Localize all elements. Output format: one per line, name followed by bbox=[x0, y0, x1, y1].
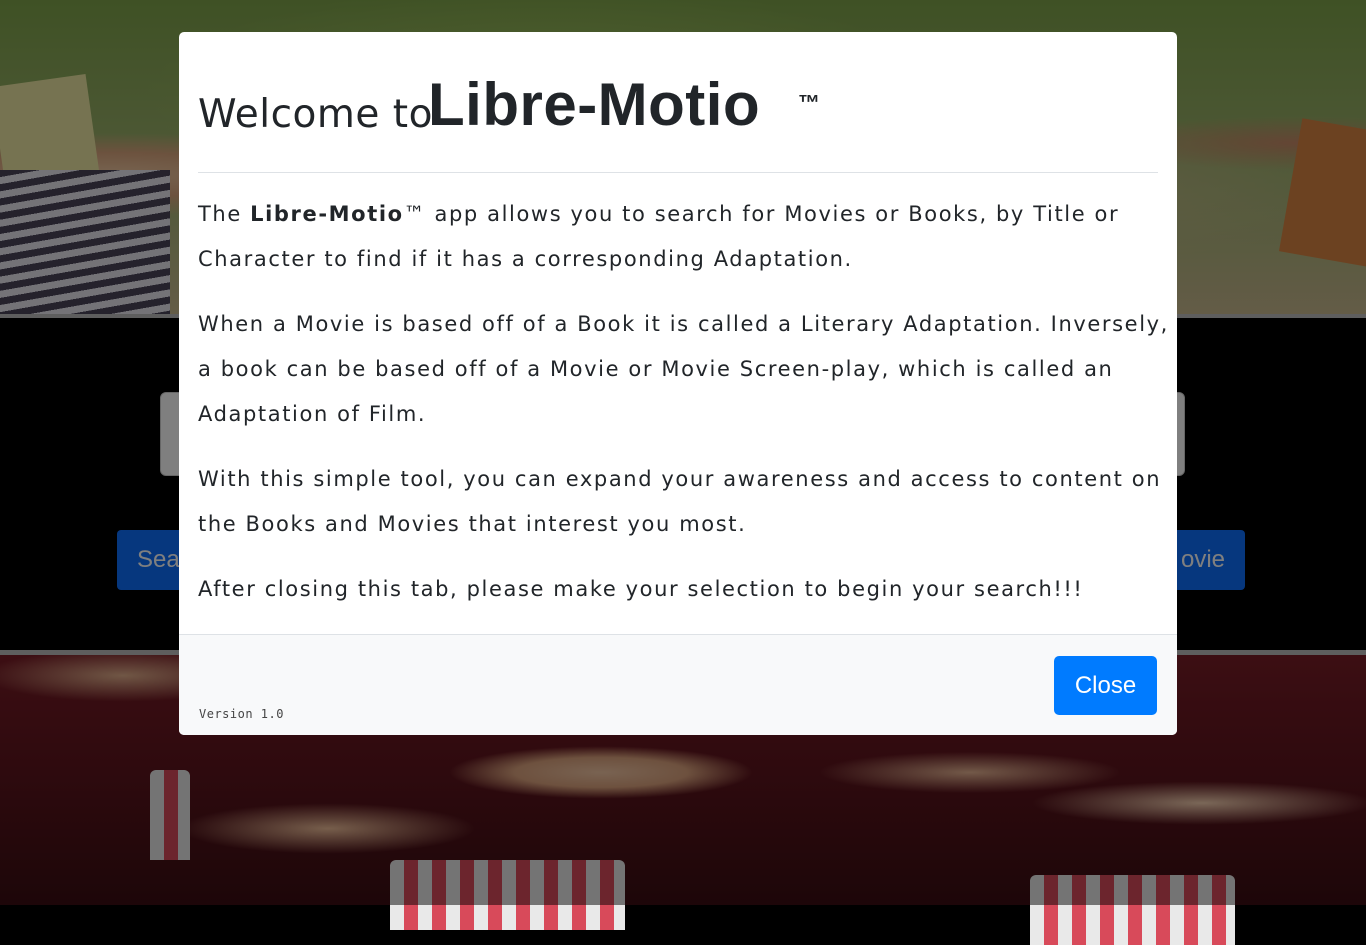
modal-body: The Libre-Motio™ app allows you to searc… bbox=[198, 192, 1177, 632]
trademark-symbol: ™ bbox=[798, 90, 820, 115]
intro-brand: Libre-Motio bbox=[250, 202, 404, 226]
version-label: Version 1.0 bbox=[199, 707, 284, 721]
close-button[interactable]: Close bbox=[1054, 656, 1157, 715]
modal-title-prefix: Welcome to bbox=[198, 92, 433, 137]
adaptation-paragraph: When a Movie is based off of a Book it i… bbox=[198, 312, 1169, 426]
instruction-paragraph: After closing this tab, please make your… bbox=[198, 577, 1084, 601]
tool-paragraph: With this simple tool, you can expand yo… bbox=[198, 467, 1162, 536]
brand-name: Libre-Motio bbox=[428, 71, 761, 138]
modal-header: Welcome to Libre-Motio ™ bbox=[198, 70, 1158, 173]
intro-paragraph: The Libre-Motio™ app allows you to searc… bbox=[198, 192, 1177, 282]
welcome-modal: Welcome to Libre-Motio ™ The Libre-Motio… bbox=[179, 32, 1177, 735]
intro-lead: The bbox=[198, 202, 251, 226]
modal-footer: Version 1.0 Close bbox=[179, 634, 1177, 735]
